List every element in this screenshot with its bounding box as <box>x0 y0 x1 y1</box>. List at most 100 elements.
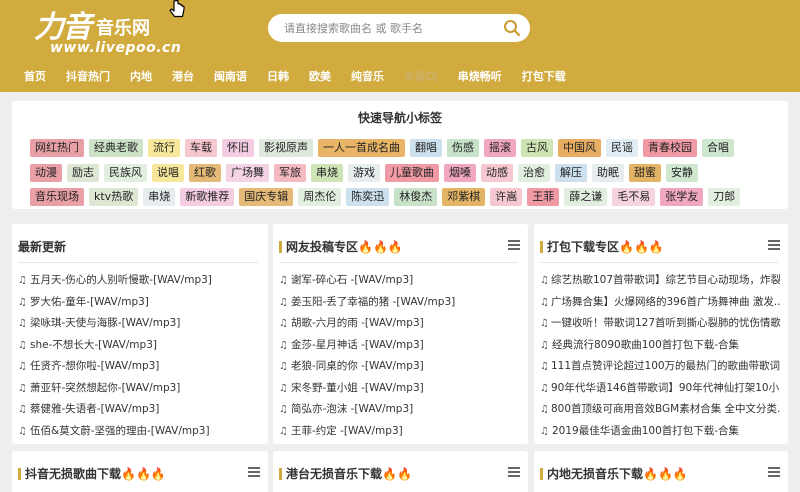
music-note-icon: ♫ <box>540 339 549 351</box>
song-title: 经典流行8090歌曲100首打包下载-合集 <box>552 338 740 351</box>
nav-item-bundle-download[interactable]: 打包下载 <box>512 66 576 88</box>
list-menu-icon[interactable] <box>508 467 520 477</box>
title-accent-bar <box>540 467 543 480</box>
nav-tag[interactable]: 王菲 <box>527 188 560 206</box>
nav-tag[interactable]: 流行 <box>148 139 180 157</box>
nav-tag[interactable]: 中国风 <box>558 139 601 157</box>
nav-tag[interactable]: 动漫 <box>30 164 62 182</box>
nav-tag[interactable]: 青春校园 <box>643 139 697 157</box>
nav-tag[interactable]: 广场舞 <box>226 164 269 182</box>
divider <box>279 262 518 263</box>
nav-item-minnan[interactable]: 闽南语 <box>204 66 257 88</box>
song-list-item[interactable]: ♫ 萧亚轩-突然想起你-[WAV/mp3] <box>18 378 260 400</box>
song-list-item[interactable]: ♫ 任贤齐-想你啦-[WAV/mp3] <box>18 356 260 378</box>
song-list-item[interactable]: ♫ 宋冬野-董小姐 -[WAV/mp3] <box>279 378 520 400</box>
nav-item-mainland[interactable]: 内地 <box>120 66 162 88</box>
song-list-item[interactable]: ♫ 王菲-约定 -[WAV/mp3] <box>279 421 520 443</box>
nav-tag[interactable]: 翻唱 <box>410 139 442 157</box>
nav-tag[interactable]: ktv热歌 <box>89 188 139 206</box>
song-list-item[interactable]: ♫ 2019最佳华语金曲100首打包下载-合集 <box>540 421 780 443</box>
song-list-item[interactable]: ♫ 综艺热歌107首带歌词】综艺节目心动现场，炸裂... <box>540 270 780 292</box>
nav-tag[interactable]: 甜蜜 <box>629 164 661 182</box>
list-menu-icon[interactable] <box>508 240 520 250</box>
nav-tag[interactable]: 音乐现场 <box>30 188 84 206</box>
song-list-item[interactable]: ♫ she-不想长大-[WAV/mp3] <box>18 335 260 357</box>
nav-tag[interactable]: 动感 <box>481 164 513 182</box>
nav-item-hktw[interactable]: 港台 <box>162 66 204 88</box>
nav-tag[interactable]: 怀旧 <box>222 139 254 157</box>
song-list-item[interactable]: ♫ 经典流行8090歌曲100首打包下载-合集 <box>540 335 780 357</box>
nav-tag[interactable]: 经典老歌 <box>89 139 143 157</box>
nav-item-western[interactable]: 欧美 <box>299 66 341 88</box>
nav-tag[interactable]: 游戏 <box>348 164 380 182</box>
nav-tag[interactable]: 许嵩 <box>490 188 523 206</box>
music-note-icon: ♫ <box>279 382 288 394</box>
nav-tag[interactable]: 薛之谦 <box>564 188 608 206</box>
nav-tag[interactable]: 串烧 <box>311 164 343 182</box>
nav-tag[interactable]: 影视原声 <box>259 139 313 157</box>
song-list-item[interactable]: ♫ 五月天-伤心的人别听慢歌-[WAV/mp3] <box>18 270 260 292</box>
nav-tag[interactable]: 一人一首成名曲 <box>318 139 405 157</box>
song-list-item[interactable]: ♫ 老狼-同桌的你 -[WAV/mp3] <box>279 356 520 378</box>
nav-tag[interactable]: 红歌 <box>189 164 221 182</box>
song-list-item[interactable]: ♫ 90年代华语146首带歌词】90年代神仙打架10小... <box>540 378 780 400</box>
list-menu-icon[interactable] <box>248 467 260 477</box>
song-list-item[interactable]: ♫ 一键收听！带歌词127首听到撕心裂肺的忧伤情歌... <box>540 313 780 335</box>
list-menu-icon[interactable] <box>768 240 780 250</box>
nav-tag[interactable]: 说唱 <box>152 164 184 182</box>
nav-tag[interactable]: 摇滚 <box>484 139 516 157</box>
song-list-item[interactable]: ♫ 谢军-碎心石 -[WAV/mp3] <box>279 270 520 292</box>
nav-tag[interactable]: 串烧 <box>143 188 176 206</box>
nav-tag[interactable]: 治愈 <box>518 164 550 182</box>
song-list-item[interactable]: ♫ 111首点赞评论超过100万的最热门的歌曲带歌词... <box>540 356 780 378</box>
song-list-item[interactable]: ♫ 罗大佑-童年-[WAV/mp3] <box>18 292 260 314</box>
nav-tag[interactable]: 刀郎 <box>708 188 741 206</box>
nav-item-home[interactable]: 首页 <box>14 66 56 88</box>
nav-tag[interactable]: 民谣 <box>606 139 638 157</box>
nav-tag[interactable]: 助眠 <box>592 164 624 182</box>
nav-item-medley[interactable]: 串烧畅听 <box>448 66 512 88</box>
site-logo[interactable]: 力音 音乐网 www.livepoo.cn <box>30 0 181 60</box>
song-title: 综艺热歌107首带歌词】综艺节目心动现场，炸裂... <box>550 274 780 286</box>
nav-tag[interactable]: 邓紫棋 <box>442 188 486 206</box>
search-icon[interactable] <box>502 18 522 38</box>
nav-tag[interactable]: 烟嗓 <box>444 164 476 182</box>
nav-tag[interactable]: 车载 <box>185 139 217 157</box>
song-list-item[interactable]: ♫ 伍佰&莫文蔚-坚强的理由-[WAV/mp3] <box>18 421 260 443</box>
song-list-item[interactable]: ♫ 金莎-星月神话 -[WAV/mp3] <box>279 335 520 357</box>
search-input[interactable] <box>284 14 494 42</box>
nav-item-car-dj[interactable]: 车载DJ <box>394 66 448 88</box>
nav-tag[interactable]: 军旅 <box>274 164 306 182</box>
nav-tag[interactable]: 民族风 <box>104 164 147 182</box>
nav-tag[interactable]: 新歌推荐 <box>180 188 235 206</box>
song-list-item[interactable]: ♫ 蔡健雅-失语者-[WAV/mp3] <box>18 399 260 421</box>
nav-tag[interactable]: 林俊杰 <box>394 188 438 206</box>
song-title: 老狼-同桌的你 -[WAV/mp3] <box>291 360 424 372</box>
nav-tag[interactable]: 解压 <box>555 164 587 182</box>
nav-tag[interactable]: 周杰伦 <box>298 188 342 206</box>
nav-tag[interactable]: 毛不易 <box>612 188 656 206</box>
logo-url-text: www.livepoo.cn <box>50 40 182 56</box>
nav-tag[interactable]: 国庆专辑 <box>239 188 294 206</box>
song-list-item[interactable]: ♫ 姜玉阳-丢了幸福的猪 -[WAV/mp3] <box>279 292 520 314</box>
song-title: 金莎-星月神话 -[WAV/mp3] <box>291 338 424 351</box>
song-list-item[interactable]: ♫ 梁咏琪-天使与海豚-[WAV/mp3] <box>18 313 260 335</box>
nav-tag[interactable]: 合唱 <box>702 139 734 157</box>
nav-tag[interactable]: 张学友 <box>660 188 704 206</box>
nav-tag[interactable]: 网红热门 <box>30 139 84 157</box>
song-list-item[interactable]: ♫ 胡歌-六月的雨 -[WAV/mp3] <box>279 313 520 335</box>
nav-tag[interactable]: 安静 <box>666 164 698 182</box>
song-list-item[interactable]: ♫ 简弘亦-泡沫 -[WAV/mp3] <box>279 399 520 421</box>
nav-tag[interactable]: 古风 <box>521 139 553 157</box>
nav-tag[interactable]: 陈奕迅 <box>346 188 390 206</box>
nav-tag[interactable]: 励志 <box>67 164 99 182</box>
nav-item-douyin[interactable]: 抖音热门 <box>56 66 120 88</box>
song-list-item[interactable]: ♫ 800首顶级可商用音效BGM素材合集 全中文分类... <box>540 399 780 421</box>
song-list-item[interactable]: ♫ 广场舞合集】火爆网络的396首广场舞神曲 激发... <box>540 292 780 314</box>
nav-tag[interactable]: 伤感 <box>447 139 479 157</box>
nav-item-jpkr[interactable]: 日韩 <box>257 66 299 88</box>
music-note-icon: ♫ <box>279 361 288 372</box>
nav-tag[interactable]: 儿童歌曲 <box>385 164 439 182</box>
nav-item-instrumental[interactable]: 纯音乐 <box>341 66 394 88</box>
list-menu-icon[interactable] <box>768 467 780 477</box>
